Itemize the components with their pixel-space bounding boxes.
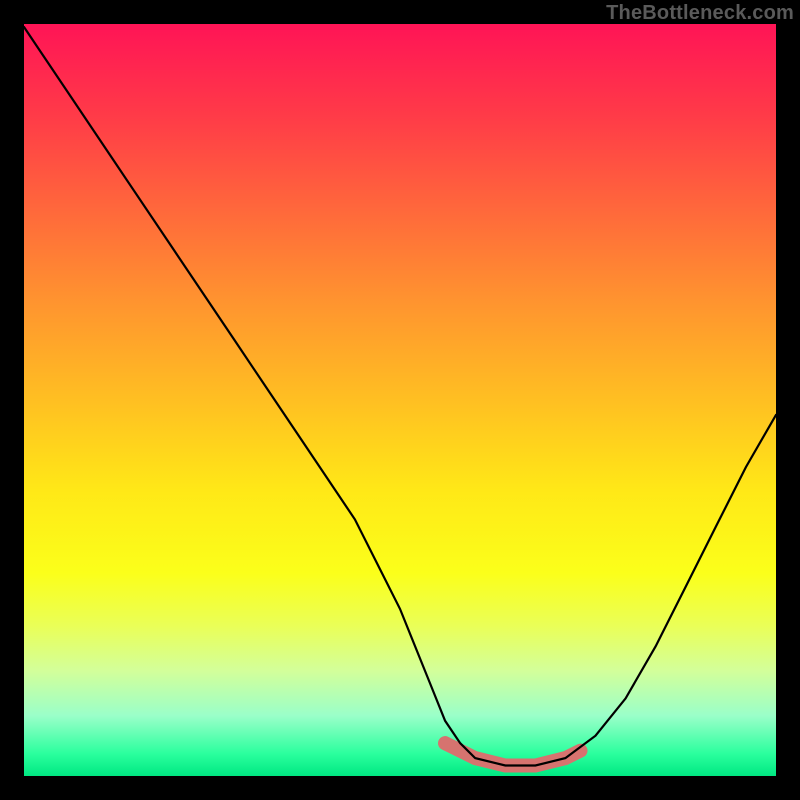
optimal-range-dot [438, 736, 452, 750]
bottleneck-curve [24, 27, 776, 766]
optimal-range-highlight [445, 743, 580, 765]
watermark-text: TheBottleneck.com [606, 2, 794, 25]
chart-svg [24, 24, 776, 776]
plot-area [24, 24, 776, 776]
chart-frame: TheBottleneck.com [0, 0, 800, 800]
